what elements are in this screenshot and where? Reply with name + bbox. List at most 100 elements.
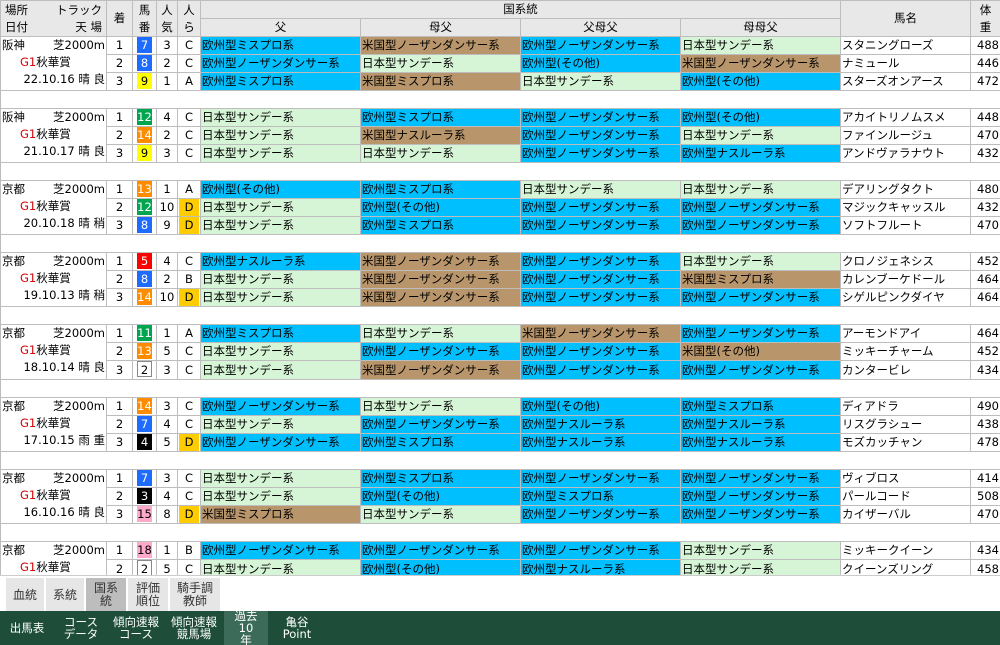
dam-sire-cell: 米国型ノーザンダンサー系 bbox=[360, 36, 521, 55]
dam-dam-sire-cell: 日本型サンデー系 bbox=[680, 36, 841, 55]
tab-bloodline[interactable]: 血統 bbox=[6, 578, 44, 612]
horse-name[interactable]: デアリングタクト bbox=[840, 180, 971, 199]
race-date: 21.10.17 bbox=[23, 144, 75, 158]
umaban-badge: 15 bbox=[137, 506, 152, 522]
jinra-cell: A bbox=[177, 180, 201, 199]
finish-position: 3 bbox=[106, 360, 133, 380]
jinra-rank: B bbox=[185, 272, 193, 286]
horse-name[interactable]: ファインルージュ bbox=[840, 126, 971, 145]
dam-sire-cell: 欧州型ノーザンダンサー系 bbox=[360, 541, 521, 560]
sire-cell: 欧州型ナスルーラ系 bbox=[200, 252, 361, 271]
table-row: 2 8 2 B 日本型サンデー系 米国型ノーザンダンサー系 欧州型ノーザンダンサー系 米国型ミ… bbox=[1, 270, 1000, 289]
finish-position: 2 bbox=[106, 198, 133, 217]
dam-dam-sire-cell: 欧州型ナスルーラ系 bbox=[680, 144, 841, 163]
table-row: 2 3 4 C 日本型サンデー系 欧州型(その他) 欧州型ミスプロ系 欧州型ノーザンダンサー系… bbox=[1, 487, 1000, 506]
table-row: 京都 芝2000m G1秋華賞 18.10.14 晴 良 1 11 1 A 欧州型ミスプロ系 日本… bbox=[0, 324, 1000, 380]
track-header: トラック bbox=[56, 2, 102, 17]
weather-header: 天 場 bbox=[75, 19, 102, 34]
sire-cell: 欧州型ノーザンダンサー系 bbox=[200, 541, 361, 560]
nav-trend-course[interactable]: 傾向速報コース bbox=[108, 611, 164, 645]
horse-name[interactable]: ソフトフルート bbox=[840, 216, 971, 235]
umaban-cell: 8 bbox=[132, 216, 157, 235]
horse-weight: 464 bbox=[970, 270, 1000, 289]
horse-name[interactable]: ヴィブロス bbox=[840, 469, 971, 488]
sire-cell: 日本型サンデー系 bbox=[200, 198, 361, 217]
horse-name[interactable]: ミッキークイーン bbox=[840, 541, 971, 560]
horse-name[interactable]: モズカッチャン bbox=[840, 433, 971, 452]
sire-cell: 日本型サンデー系 bbox=[200, 216, 361, 235]
horse-weight: 432 bbox=[970, 198, 1000, 217]
horse-name[interactable]: カレンブーケドール bbox=[840, 270, 971, 289]
nav-shutsuba[interactable]: 出馬表 bbox=[0, 611, 54, 645]
table-row: 阪神 芝2000m G1秋華賞 22.10.16 晴 良 1 7 3 C 欧州型ミスプロ系 米国型… bbox=[0, 36, 1000, 91]
horse-name[interactable]: クロノジェネシス bbox=[840, 252, 971, 271]
race-track: 芝2000m bbox=[53, 399, 105, 413]
race-weather: 晴 bbox=[78, 216, 90, 230]
popularity: 1 bbox=[156, 324, 178, 343]
horse-name[interactable]: シゲルピンクダイヤ bbox=[840, 288, 971, 307]
jinra-rank: C bbox=[184, 417, 194, 431]
sire-cell: 欧州型ノーザンダンサー系 bbox=[200, 54, 361, 73]
dam-sire-cell: 米国型ナスルーラ系 bbox=[360, 126, 521, 145]
finish-position: 3 bbox=[106, 505, 133, 524]
tab-hyoka-juni[interactable]: 評価順位 bbox=[128, 578, 168, 612]
horse-name[interactable]: リスグラシュー bbox=[840, 415, 971, 434]
umaban-badge: 4 bbox=[137, 434, 152, 450]
horse-name[interactable]: アーモンドアイ bbox=[840, 324, 971, 343]
umaban-badge: 8 bbox=[137, 55, 152, 71]
horse-weight: 464 bbox=[970, 288, 1000, 307]
horse-name[interactable]: パールコード bbox=[840, 487, 971, 506]
umaban-badge: 18 bbox=[137, 542, 152, 558]
horse-name[interactable]: アンドヴァラナウト bbox=[840, 144, 971, 163]
nav-trend-track[interactable]: 傾向速報競馬場 bbox=[166, 611, 222, 645]
table-row: 京都 芝2000m G1秋華賞 16.10.16 晴 良 1 7 3 C 日本型サンデー系 欧州型… bbox=[0, 469, 1000, 524]
tab-kokukeito[interactable]: 国系統 bbox=[86, 578, 126, 612]
race-track: 芝2000m bbox=[53, 110, 105, 124]
dam-sire-cell: 欧州型ミスプロ系 bbox=[360, 108, 521, 127]
horse-name[interactable]: カンタービレ bbox=[840, 360, 971, 380]
nav-kametani-point[interactable]: 亀谷Point bbox=[272, 611, 322, 645]
race-place: 京都 bbox=[2, 326, 25, 340]
sire-dam-sire-cell: 欧州型ノーザンダンサー系 bbox=[520, 36, 681, 55]
horse-weight: 448 bbox=[970, 108, 1000, 127]
horse-name[interactable]: スターズオンアース bbox=[840, 72, 971, 91]
umaban-cell: 2 bbox=[132, 360, 157, 380]
sire-dam-sire-cell: 欧州型ナスルーラ系 bbox=[520, 415, 681, 434]
race-info-cell: 京都 芝2000m G1秋華賞 17.10.15 雨 重 bbox=[0, 397, 107, 452]
tab-keito[interactable]: 系統 bbox=[46, 578, 84, 612]
nav-course-data[interactable]: コースデータ bbox=[56, 611, 106, 645]
horse-name[interactable]: ナミュール bbox=[840, 54, 971, 73]
horse-name[interactable]: スタニングローズ bbox=[840, 36, 971, 55]
jinra-cell: B bbox=[177, 270, 201, 289]
race-name: 秋華賞 bbox=[36, 343, 71, 357]
jinra-rank: A bbox=[185, 326, 193, 340]
sire-cell: 米国型ミスプロ系 bbox=[200, 505, 361, 524]
dam-sire-cell: 日本型サンデー系 bbox=[360, 397, 521, 416]
horse-name[interactable]: マジックキャッスル bbox=[840, 198, 971, 217]
popularity: 3 bbox=[156, 144, 178, 163]
table-row: 阪神 芝2000m G1秋華賞 21.10.17 晴 良 1 12 4 C 日本型サンデー系 欧州… bbox=[0, 108, 1000, 163]
dam-dam-sire-cell: 欧州型ナスルーラ系 bbox=[680, 415, 841, 434]
race-weather: 晴 bbox=[78, 505, 90, 519]
jinra-cell: C bbox=[177, 342, 201, 361]
umaban-badge: 7 bbox=[137, 37, 152, 53]
umaban-badge: 9 bbox=[137, 145, 152, 161]
horse-name[interactable]: ミッキーチャーム bbox=[840, 342, 971, 361]
race-date: 17.10.15 bbox=[23, 433, 75, 447]
race-separator bbox=[0, 306, 1000, 325]
race-place: 京都 bbox=[2, 182, 25, 196]
race-date: 20.10.18 bbox=[23, 216, 75, 230]
sire-dam-sire-cell: 米国型ノーザンダンサー系 bbox=[520, 324, 681, 343]
race-place: 京都 bbox=[2, 254, 25, 268]
sire-dam-sire-cell: 欧州型ノーザンダンサー系 bbox=[520, 108, 681, 127]
tab-jockey-trainer[interactable]: 騎手調教師 bbox=[170, 578, 220, 612]
horse-name[interactable]: ディアドラ bbox=[840, 397, 971, 416]
horse-name[interactable]: カイザーバル bbox=[840, 505, 971, 524]
sire-cell: 日本型サンデー系 bbox=[200, 108, 361, 127]
horse-name[interactable]: アカイトリノムスメ bbox=[840, 108, 971, 127]
race-track: 芝2000m bbox=[53, 254, 105, 268]
umaban-cell: 14 bbox=[132, 288, 157, 307]
horse-weight: 452 bbox=[970, 342, 1000, 361]
nav-past-10-years[interactable]: 過去10年 bbox=[224, 610, 268, 645]
umaban-badge: 14 bbox=[137, 289, 152, 305]
